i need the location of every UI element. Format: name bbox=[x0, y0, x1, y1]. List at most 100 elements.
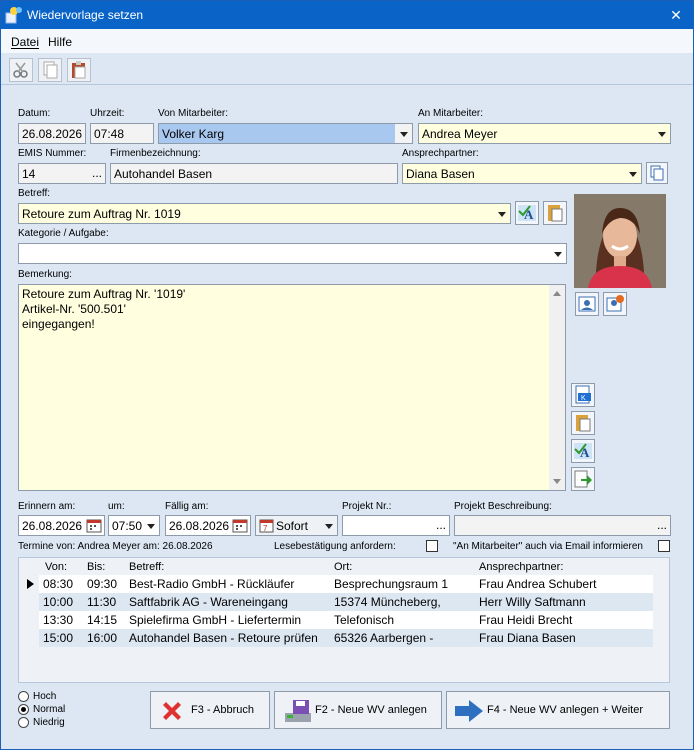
paste-remark-button[interactable] bbox=[571, 411, 595, 435]
kategorie-select[interactable] bbox=[18, 243, 567, 264]
chevron-down-icon[interactable] bbox=[549, 244, 566, 263]
spellcheck-button[interactable]: A bbox=[515, 201, 539, 225]
an-mitarbeiter-label: An Mitarbeiter: bbox=[418, 108, 484, 119]
betreff-value: Retoure zum Auftrag Nr. 1019 bbox=[22, 207, 181, 221]
chevron-down-icon[interactable] bbox=[142, 516, 159, 535]
neue-wv-anlegen-button[interactable]: F2 - Neue WV anlegen bbox=[274, 691, 442, 729]
erinnern-label: Erinnern am: bbox=[18, 501, 76, 512]
emis-lookup-button[interactable]: ... bbox=[92, 166, 102, 180]
datum-field[interactable]: 26.08.2026 bbox=[18, 123, 86, 144]
projekt-nr-label: Projekt Nr.: bbox=[342, 501, 392, 512]
lesebestaetigung-checkbox[interactable] bbox=[426, 540, 438, 552]
svg-text:A: A bbox=[580, 445, 590, 460]
neue-wv-anlegen-label: F2 - Neue WV anlegen bbox=[315, 704, 427, 716]
app-icon bbox=[5, 7, 22, 24]
abbruch-button[interactable]: F3 - Abbruch bbox=[150, 691, 270, 729]
ansprechpartner-label: Ansprechpartner: bbox=[402, 148, 479, 159]
table-row[interactable]: 13:30 14:15 Spielefirma GmbH - Lieferter… bbox=[39, 611, 653, 629]
chevron-down-icon[interactable] bbox=[624, 164, 641, 183]
priority-hoch-radio[interactable] bbox=[18, 691, 29, 702]
email-info-checkbox[interactable] bbox=[658, 540, 670, 552]
projekt-nr-lookup-button[interactable]: ... bbox=[436, 518, 446, 532]
table-row[interactable]: 08:30 09:30 Best-Radio GmbH - Rückläufer… bbox=[39, 575, 653, 593]
erinnern-time-value: 07:50 bbox=[112, 519, 143, 533]
photo-view-button[interactable] bbox=[575, 292, 599, 316]
chevron-down-icon[interactable] bbox=[493, 204, 510, 223]
disk-save-icon bbox=[285, 700, 311, 722]
projekt-nr-field[interactable]: ... bbox=[342, 515, 450, 536]
sofort-select[interactable]: 7 Sofort bbox=[255, 515, 338, 536]
sofort-value: Sofort bbox=[276, 519, 309, 533]
erinnern-date-field[interactable]: 26.08.2026 bbox=[18, 515, 105, 536]
close-icon[interactable]: ✕ bbox=[665, 5, 687, 25]
row-bis: 14:15 bbox=[87, 613, 118, 627]
spellcheck-icon: A bbox=[574, 443, 592, 460]
neue-wv-anlegen-weiter-label: F4 - Neue WV anlegen + Weiter bbox=[487, 704, 644, 716]
von-mitarbeiter-select[interactable]: Volker Karg bbox=[158, 123, 413, 144]
menu-bar: Datei Hilfe bbox=[1, 29, 693, 53]
faellig-date-field[interactable]: 26.08.2026 bbox=[165, 515, 251, 536]
chevron-down-icon[interactable] bbox=[653, 124, 670, 143]
bemerkung-textarea[interactable]: Retoure zum Auftrag Nr. '1019' Artikel-N… bbox=[18, 284, 566, 491]
neue-wv-anlegen-weiter-button[interactable]: F4 - Neue WV anlegen + Weiter bbox=[446, 691, 670, 729]
title-bar: Wiedervorlage setzen ✕ bbox=[1, 1, 693, 29]
export-remark-button[interactable] bbox=[571, 467, 595, 491]
an-mitarbeiter-value: Andrea Meyer bbox=[422, 127, 498, 141]
bemerkung-line: Artikel-Nr. '500.501' bbox=[22, 302, 126, 316]
menu-hilfe[interactable]: Hilfe bbox=[48, 35, 72, 49]
menu-datei[interactable]: Datei bbox=[11, 35, 39, 49]
copy-button[interactable] bbox=[38, 58, 62, 82]
projekt-beschreibung-lookup-button[interactable]: ... bbox=[657, 518, 667, 532]
um-label: um: bbox=[108, 501, 125, 512]
chevron-down-icon[interactable] bbox=[320, 516, 337, 535]
firmenbezeichnung-field[interactable]: Autohandel Basen bbox=[110, 163, 398, 184]
emis-field[interactable]: 14 ... bbox=[18, 163, 106, 184]
von-mitarbeiter-label: Von Mitarbeiter: bbox=[158, 108, 229, 119]
paste-text-button[interactable] bbox=[543, 201, 567, 225]
erinnern-value: 26.08.2026 bbox=[22, 519, 83, 533]
row-von: 13:30 bbox=[43, 613, 74, 627]
clipboard-icon bbox=[548, 205, 563, 222]
copy-contact-button[interactable] bbox=[646, 162, 668, 184]
priority-normal-label: Normal bbox=[33, 704, 66, 715]
projekt-beschreibung-field[interactable]: ... bbox=[454, 515, 671, 536]
row-ort: 15374 Müncheberg, bbox=[334, 595, 441, 609]
priority-niedrig-radio[interactable] bbox=[18, 717, 29, 728]
row-von: 10:00 bbox=[43, 595, 74, 609]
image-edit-icon bbox=[606, 295, 624, 312]
toolbar bbox=[1, 55, 693, 85]
row-betreff: Saftfabrik AG - Wareneingang bbox=[129, 595, 288, 609]
document-icon: K bbox=[575, 385, 591, 404]
ansprechpartner-select[interactable]: Diana Basen bbox=[402, 163, 642, 184]
calendar-icon[interactable] bbox=[86, 518, 102, 533]
termine-caption: Termine von: Andrea Meyer am: 26.08.2026 bbox=[18, 541, 213, 552]
cut-button[interactable] bbox=[9, 58, 33, 82]
current-row-indicator-icon bbox=[27, 579, 34, 589]
bemerkung-scrollbar[interactable] bbox=[549, 285, 565, 490]
an-mitarbeiter-select[interactable]: Andrea Meyer bbox=[418, 123, 671, 144]
paste-button[interactable] bbox=[67, 58, 91, 82]
uhrzeit-field[interactable]: 07:48 bbox=[90, 123, 154, 144]
email-info-label: "An Mitarbeiter" auch via Email informie… bbox=[453, 541, 643, 552]
row-bis: 09:30 bbox=[87, 577, 118, 591]
copy-icon bbox=[650, 165, 664, 181]
bemerkung-label: Bemerkung: bbox=[18, 269, 72, 280]
bemerkung-line: Retoure zum Auftrag Nr. '1019' bbox=[22, 287, 186, 301]
chevron-down-icon[interactable] bbox=[395, 124, 412, 143]
kategorie-label: Kategorie / Aufgabe: bbox=[18, 228, 109, 239]
erinnern-time-select[interactable]: 07:50 bbox=[108, 515, 160, 536]
priority-normal-radio[interactable] bbox=[18, 704, 29, 715]
calendar-icon[interactable] bbox=[232, 518, 248, 533]
photo-change-button[interactable] bbox=[603, 292, 627, 316]
termine-table: Von: Bis: Betreff: Ort: Ansprechpartner:… bbox=[18, 557, 670, 683]
row-betreff: Autohandel Basen - Retoure prüfen bbox=[129, 631, 318, 645]
row-ansprechpartner: Frau Andrea Schubert bbox=[479, 577, 597, 591]
spellcheck-remark-button[interactable]: A bbox=[571, 439, 595, 463]
image-icon bbox=[578, 296, 596, 312]
row-von: 08:30 bbox=[43, 577, 74, 591]
table-row[interactable]: 10:00 11:30 Saftfabrik AG - Wareneingang… bbox=[39, 593, 653, 611]
table-row[interactable]: 15:00 16:00 Autohandel Basen - Retoure p… bbox=[39, 629, 653, 647]
text-template-button[interactable]: K bbox=[571, 383, 595, 407]
betreff-select[interactable]: Retoure zum Auftrag Nr. 1019 bbox=[18, 203, 511, 224]
scissors-icon bbox=[13, 62, 28, 78]
